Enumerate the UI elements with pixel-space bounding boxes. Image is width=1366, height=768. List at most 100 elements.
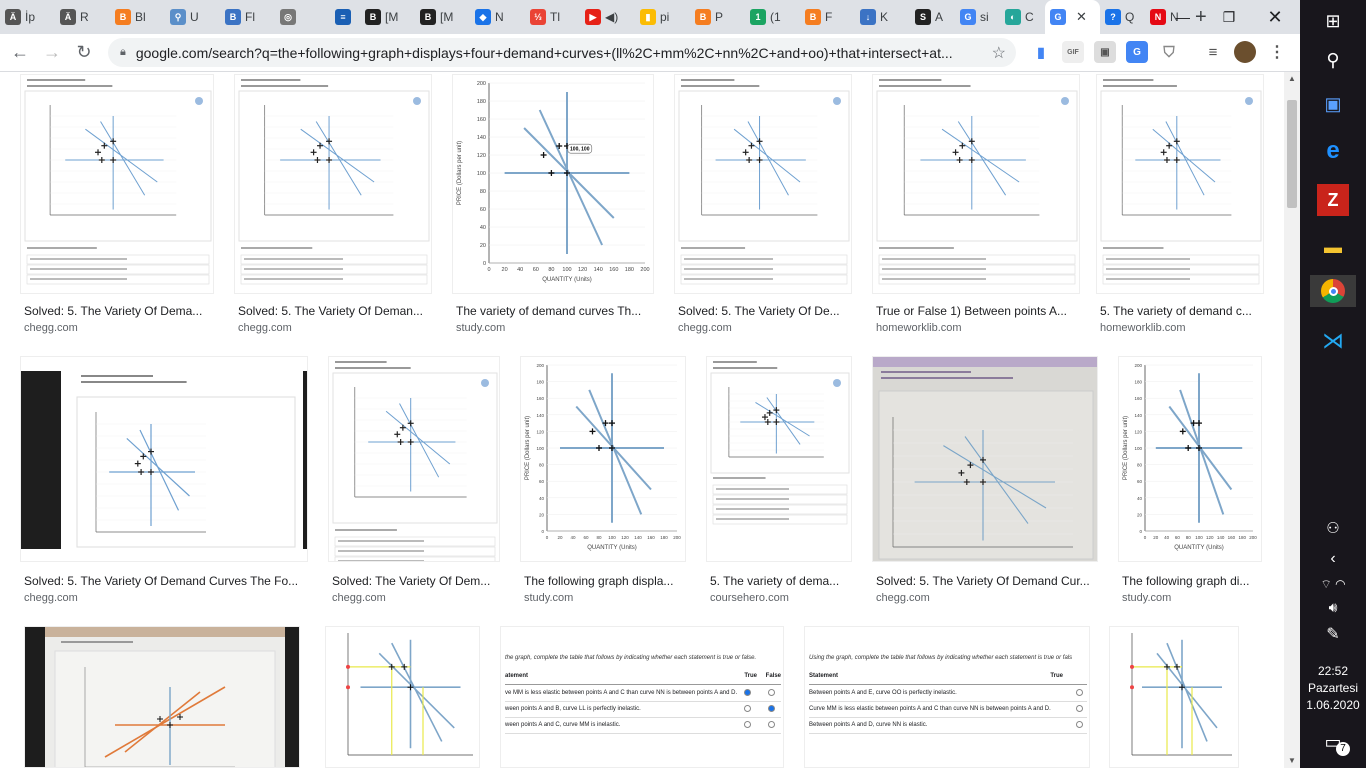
people-icon[interactable]: ⚇ [1317,512,1349,544]
result-thumbnail[interactable] [1096,74,1264,294]
result-thumbnail[interactable]: 200 180 160 140 120 100 80 60 40 20 0 0 20 40 60 80 100 1… [1118,356,1262,562]
result-title[interactable]: Solved: 5. The Variety Of Demand Curves … [24,574,322,588]
browser-tab[interactable]: B [M [360,0,415,34]
browser-tab[interactable]: ◆ N [470,0,525,34]
result-source[interactable]: chegg.com [24,592,78,604]
browser-tab[interactable]: 1 (1 [745,0,800,34]
scrollbar-thumb[interactable] [1287,100,1297,208]
result-source[interactable]: study.com [456,322,505,334]
close-tab-icon[interactable]: ✕ [1076,9,1087,25]
result-thumbnail[interactable] [325,626,480,768]
result-title[interactable]: Solved: 5. The Variety Of Dema... [24,304,228,318]
back-button[interactable]: ← [4,37,36,69]
result-thumbnail[interactable]: Using the graph, complete the table that… [804,626,1090,768]
result-thumbnail[interactable] [706,356,852,562]
result-thumbnail[interactable]: the graph, complete the table that follo… [500,626,784,768]
true-radio[interactable] [744,705,751,712]
browser-tab[interactable]: B Fl [220,0,275,34]
search-icon[interactable]: ⚲ [1317,44,1349,76]
browser-tab[interactable]: ÄR [55,0,110,34]
profile-avatar[interactable] [1234,41,1256,63]
clock-time[interactable]: 22:52 [1300,664,1366,678]
false-radio[interactable] [768,721,775,728]
result-title[interactable]: Solved: The Variety Of Dem... [332,574,514,588]
browser-tab[interactable]: Ä İp [0,0,55,34]
result-thumbnail[interactable] [1109,626,1239,768]
close-window-button[interactable]: ✕ [1252,0,1298,34]
result-source[interactable]: homeworklib.com [876,322,962,334]
result-thumbnail[interactable] [24,626,300,768]
browser-tab[interactable]: ⅓ Tl [525,0,580,34]
result-title[interactable]: Solved: 5. The Variety Of Demand Cur... [876,574,1112,588]
reload-button[interactable]: ↻ [68,37,100,69]
vscode-app-icon[interactable]: ⋊ [1317,325,1349,357]
browser-tab[interactable]: SA [910,0,955,34]
windows-start-icon[interactable]: ⊞ [1317,5,1349,37]
result-thumbnail[interactable] [328,356,500,562]
browser-tab[interactable]: G ✕ [1045,0,1100,34]
minimize-button[interactable]: — [1160,0,1206,34]
pen-icon[interactable]: ✎ [1317,618,1349,650]
result-source[interactable]: chegg.com [24,322,78,334]
page-scrollbar[interactable]: ▲ ▼ [1284,72,1300,768]
true-radio[interactable] [1076,721,1083,728]
result-source[interactable]: homeworklib.com [1100,322,1186,334]
browser-tab[interactable]: BP [690,0,745,34]
true-radio[interactable] [744,689,751,696]
browser-tab[interactable]: B Bl [110,0,165,34]
result-title[interactable]: Solved: 5. The Variety Of Deman... [238,304,446,318]
browser-tab[interactable]: BF [800,0,855,34]
false-radio[interactable] [768,705,775,712]
restore-button[interactable]: ❐ [1206,0,1252,34]
browser-tab[interactable]: ▶ ◀) [580,0,635,34]
bookmark-star-icon[interactable]: ☆ [992,43,1006,63]
result-title[interactable]: Solved: 5. The Variety Of De... [678,304,866,318]
media-control-icon[interactable]: ≡ [1202,41,1224,63]
address-bar[interactable]: 🔒︎ google.com/search?q=the+following+gra… [108,38,1016,67]
result-source[interactable]: study.com [524,592,573,604]
shield-extension-icon[interactable]: ⛉ [1158,41,1180,63]
result-thumbnail[interactable] [872,356,1098,562]
false-radio[interactable] [768,689,775,696]
result-title[interactable]: 5. The variety of demand c... [1100,304,1278,318]
result-source[interactable]: coursehero.com [710,592,789,604]
result-thumbnail[interactable] [20,356,308,562]
result-source[interactable]: chegg.com [332,592,386,604]
browser-tab[interactable]: ? Q [1100,0,1145,34]
result-title[interactable]: The following graph displa... [524,574,700,588]
result-source[interactable]: chegg.com [238,322,292,334]
chrome-app-icon[interactable] [1310,275,1356,307]
browser-tab[interactable]: ◐ C [1000,0,1045,34]
result-title[interactable]: True or False 1) Between points A... [876,304,1094,318]
result-thumbnail[interactable]: 200 180 160 140 120 100 80 60 40 20 0 0 20 40 60 80 100 1… [452,74,654,294]
result-source[interactable]: study.com [1122,592,1171,604]
true-radio[interactable] [744,721,751,728]
browser-tab[interactable]: B [M [415,0,470,34]
analytics-extension-icon[interactable]: ▮ [1030,41,1052,63]
result-title[interactable]: The following graph di... [1122,574,1276,588]
result-source[interactable]: chegg.com [876,592,930,604]
result-thumbnail[interactable] [674,74,852,294]
browser-tab[interactable]: ≡ [330,0,360,34]
true-radio[interactable] [1076,689,1083,696]
result-thumbnail[interactable]: 200 180 160 140 120 100 80 60 40 20 0 0 20 40 60 80 100 1… [520,356,686,562]
result-title[interactable]: The variety of demand curves Th... [456,304,668,318]
result-title[interactable]: 5. The variety of dema... [710,574,866,588]
forward-button[interactable]: → [36,37,68,69]
browser-tab[interactable]: ◎ [275,0,330,34]
gif-extension-icon[interactable]: GIF [1062,41,1084,63]
menu-kebab-icon[interactable]: ⋮ [1266,41,1288,63]
browser-tab[interactable]: ▮ pi [635,0,690,34]
browser-tab[interactable]: Gsi [955,0,1000,34]
browser-tab[interactable]: ⚲ U [165,0,220,34]
translate-extension-icon[interactable]: G [1126,41,1148,63]
result-thumbnail[interactable] [234,74,432,294]
true-radio[interactable] [1076,705,1083,712]
computer-app-icon[interactable]: ▣ [1317,88,1349,120]
browser-tab[interactable]: ↓ K [855,0,910,34]
edge-app-icon[interactable]: e [1317,135,1349,167]
filezilla-app-icon[interactable]: Z [1317,184,1349,216]
file-explorer-icon[interactable]: ▬ [1317,231,1349,263]
result-thumbnail[interactable] [20,74,214,294]
image-extension-icon[interactable]: ▣ [1094,41,1116,63]
